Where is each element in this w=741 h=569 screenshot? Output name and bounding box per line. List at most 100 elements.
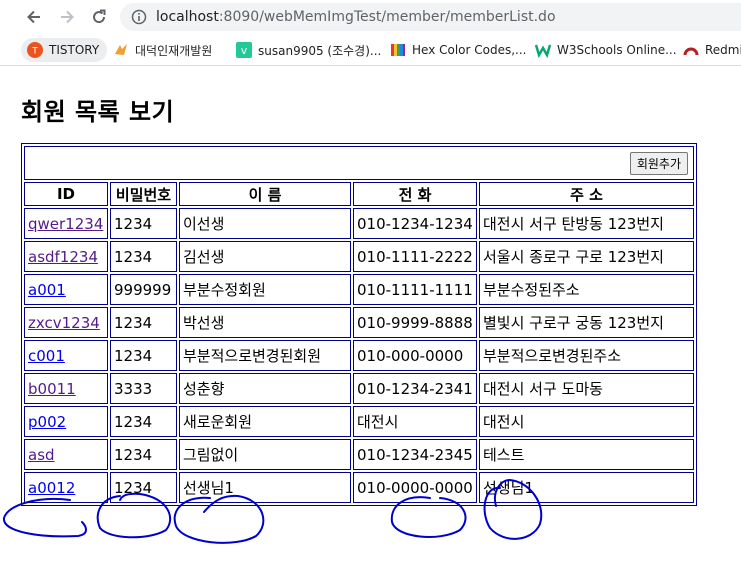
member-id-cell: p002 (24, 406, 108, 437)
member-name-cell: 부분적으로변경된회원 (179, 340, 351, 371)
color-book-icon (390, 42, 406, 58)
member-id-cell: a001 (24, 274, 108, 305)
table-row: qwer1234 1234 이선생 010-1234-1234 대전시 서구 탄방동 1… (24, 208, 694, 239)
bookmark-label: susan9905 (조수경)... (258, 43, 382, 58)
browser-toolbar: localhost:8090/webMemImgTest/member/memb… (0, 0, 741, 34)
member-id-cell: c001 (24, 340, 108, 371)
page-title: 회원 목록 보기 (21, 98, 175, 126)
member-id-link[interactable]: p002 (28, 413, 66, 431)
member-name-cell: 박선생 (179, 307, 351, 338)
header-phone: 전 화 (353, 182, 477, 206)
table-row: a0012 1234 선생님1 010-0000-0000 선생님1 (24, 472, 694, 503)
member-id-link[interactable]: asd (28, 446, 55, 464)
member-phone-cell: 010-9999-8888 (353, 307, 477, 338)
bookmark-label: 대덕인재개발원 (135, 43, 213, 58)
member-table: 회원추가 ID 비밀번호 이 름 전 화 주 소 qwer1234 1234 이선생… (21, 143, 697, 506)
member-id-cell: asdf1234 (24, 241, 108, 272)
member-address-cell: 부분수정된주소 (479, 274, 694, 305)
member-id-cell: asd (24, 439, 108, 470)
header-address: 주 소 (479, 182, 694, 206)
member-password-cell: 1234 (110, 340, 177, 371)
member-address-cell: 대전시 (479, 406, 694, 437)
bookmark-tistory[interactable]: T TISTORY (21, 38, 108, 62)
member-password-cell: 1234 (110, 406, 177, 437)
bookmarks-bar: T TISTORY 대덕인재개발원 v susan9905 (조수경)... H… (0, 34, 741, 66)
table-row: asdf1234 1234 김선생 010-1111-2222 서울시 종로구 구로 1… (24, 241, 694, 272)
member-phone-cell: 010-1234-2341 (353, 373, 477, 404)
back-arrow-icon (27, 10, 40, 24)
site-info-icon[interactable] (130, 8, 148, 26)
reload-icon (93, 9, 106, 24)
header-password: 비밀번호 (110, 182, 177, 206)
address-bar[interactable]: localhost:8090/webMemImgTest/member/memb… (120, 3, 741, 31)
member-name-cell: 선생님1 (179, 472, 351, 503)
member-id-link[interactable]: zxcv1234 (28, 314, 100, 332)
member-name-cell: 김선생 (179, 241, 351, 272)
add-member-button[interactable]: 회원추가 (629, 151, 688, 175)
member-id-link[interactable]: a001 (28, 281, 66, 299)
member-id-cell: qwer1234 (24, 208, 108, 239)
member-phone-cell: 010-1234-2345 (353, 439, 477, 470)
member-phone-cell: 010-1234-1234 (353, 208, 477, 239)
member-password-cell: 1234 (110, 439, 177, 470)
table-row: zxcv1234 1234 박선생 010-9999-8888 별빛시 구로구 궁동 1… (24, 307, 694, 338)
table-toolbar-row: 회원추가 (24, 146, 694, 180)
w3schools-icon (534, 42, 552, 59)
member-password-cell: 999999 (110, 274, 177, 305)
member-id-cell: b0011 (24, 373, 108, 404)
bookmark-label: Hex Color Codes,... (412, 43, 527, 57)
velog-icon: v (236, 42, 252, 58)
back-button[interactable] (22, 5, 46, 29)
svg-text:T: T (31, 47, 38, 57)
forward-button[interactable] (55, 5, 79, 29)
bookmark-velog[interactable]: v susan9905 (조수경)... (236, 38, 381, 62)
member-password-cell: 1234 (110, 472, 177, 503)
table-row: asd 1234 그림없이 010-1234-2345 테스트 (24, 439, 694, 470)
table-row: c001 1234 부분적으로변경된회원 010-000-0000 부분적으로변경된주소 (24, 340, 694, 371)
member-address-cell: 테스트 (479, 439, 694, 470)
bookmark-label: TISTORY (49, 43, 100, 57)
member-address-cell: 선생님1 (479, 472, 694, 503)
reload-button[interactable] (87, 5, 111, 29)
table-row: a001 999999 부분수정회원 010-1111-1111 부분수정된주소 (24, 274, 694, 305)
bookmark-label: Redmi (705, 43, 741, 57)
bookmark-w3schools[interactable]: W3Schools Online... (534, 38, 677, 62)
redmine-icon (683, 42, 699, 58)
bookmark-hexcolor[interactable]: Hex Color Codes,... (390, 38, 527, 62)
bookmark-label: W3Schools Online... (557, 43, 677, 57)
member-name-cell: 성춘향 (179, 373, 351, 404)
member-name-cell: 그림없이 (179, 439, 351, 470)
member-phone-cell: 010-1111-2222 (353, 241, 477, 272)
member-id-link[interactable]: asdf1234 (28, 248, 98, 266)
member-phone-cell: 010-1111-1111 (353, 274, 477, 305)
bookmark-redmine[interactable]: Redmi (683, 38, 741, 62)
table-row: b0011 3333 성춘향 010-1234-2341 대전시 서구 도마동 (24, 373, 694, 404)
member-address-cell: 별빛시 구로구 궁동 123번지 (479, 307, 694, 338)
member-id-link[interactable]: qwer1234 (28, 215, 103, 233)
member-password-cell: 1234 (110, 307, 177, 338)
member-id-link[interactable]: b0011 (28, 380, 76, 398)
member-address-cell: 대전시 서구 도마동 (479, 373, 694, 404)
member-id-cell: a0012 (24, 472, 108, 503)
bookmark-daedeok[interactable]: 대덕인재개발원 (113, 38, 212, 62)
svg-text:v: v (241, 44, 248, 57)
tistory-icon: T (27, 42, 43, 58)
daedeok-icon (113, 42, 129, 58)
member-id-link[interactable]: c001 (28, 347, 65, 365)
forward-arrow-icon (61, 10, 74, 24)
header-id: ID (24, 182, 108, 206)
add-button-cell: 회원추가 (24, 146, 694, 180)
member-password-cell: 1234 (110, 208, 177, 239)
url-text[interactable]: localhost:8090/webMemImgTest/member/memb… (156, 9, 556, 25)
member-name-cell: 새로운회원 (179, 406, 351, 437)
member-phone-cell: 대전시 (353, 406, 477, 437)
member-id-link[interactable]: a0012 (28, 479, 75, 497)
member-name-cell: 이선생 (179, 208, 351, 239)
member-password-cell: 1234 (110, 241, 177, 272)
table-header-row: ID 비밀번호 이 름 전 화 주 소 (24, 182, 694, 206)
table-row: p002 1234 새로운회원 대전시 대전시 (24, 406, 694, 437)
header-name: 이 름 (179, 182, 351, 206)
member-address-cell: 부분적으로변경된주소 (479, 340, 694, 371)
member-name-cell: 부분수정회원 (179, 274, 351, 305)
url-host: localhost (156, 9, 219, 25)
